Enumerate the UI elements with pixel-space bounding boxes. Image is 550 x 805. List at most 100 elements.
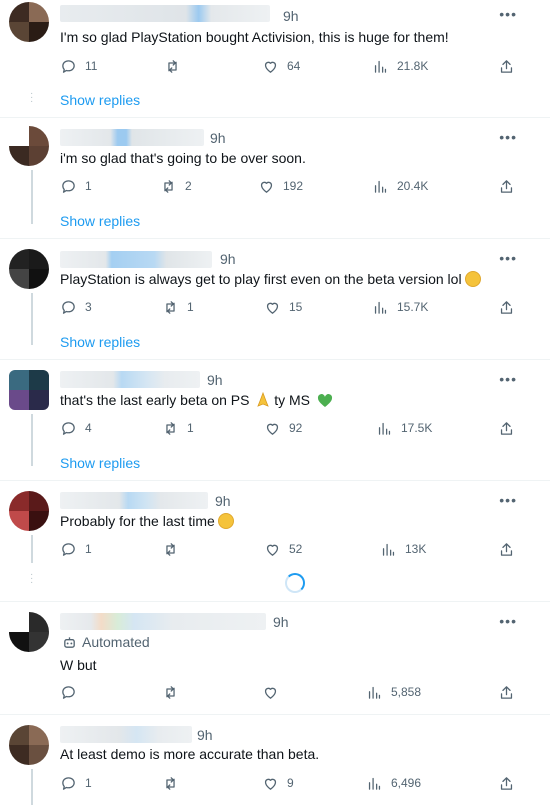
like-button[interactable]: 9 (262, 773, 294, 793)
author-name[interactable] (60, 129, 204, 146)
repost-icon (168, 59, 177, 73)
avatar-tile (9, 2, 29, 22)
loading-spinner-icon (285, 573, 305, 593)
thread-connector (31, 769, 33, 805)
views-button[interactable]: 5,858 (366, 682, 421, 702)
author-name[interactable] (60, 726, 192, 743)
reply-button[interactable]: 1 (60, 773, 92, 793)
reply-item[interactable]: 9h ••• i'm so glad that's going to be ov… (0, 118, 550, 238)
thread-connector (31, 414, 33, 466)
author-name[interactable] (60, 492, 208, 509)
like-button[interactable] (262, 682, 287, 702)
reply-item[interactable]: · · · 9h ••• Probably for the last time 1 … (0, 481, 550, 601)
share-button[interactable] (498, 682, 515, 702)
like-icon (264, 61, 277, 73)
more-icon[interactable]: ••• (499, 6, 517, 22)
more-icon[interactable]: ••• (499, 129, 517, 145)
views-button[interactable]: 6,496 (366, 773, 421, 793)
avatar[interactable] (9, 491, 49, 531)
views-button[interactable]: 21.8K (372, 56, 428, 76)
repost-button[interactable]: 1 (162, 418, 194, 438)
reply-item[interactable]: 9h ••• PlayStation is always get to play… (0, 239, 550, 359)
reply-text: i'm so glad that's going to be over soon… (60, 150, 306, 166)
timestamp[interactable]: 9h (215, 493, 231, 509)
automated-label: Automated (62, 634, 150, 650)
reply-button[interactable]: 4 (60, 418, 92, 438)
timestamp[interactable]: 9h (220, 251, 236, 267)
reply-text: Probably for the last time (60, 512, 234, 530)
share-button[interactable] (498, 773, 515, 793)
thread-connector-dots: · · · (30, 569, 34, 588)
repost-button[interactable] (162, 773, 187, 793)
timestamp[interactable]: 9h (283, 8, 299, 24)
more-icon[interactable]: ••• (499, 492, 517, 508)
avatar[interactable] (9, 249, 49, 289)
reply-item[interactable]: 9h At least demo is more accurate than b… (0, 715, 550, 805)
share-button[interactable] (498, 297, 515, 317)
avatar[interactable] (9, 126, 49, 166)
show-replies-link[interactable]: Show replies (60, 92, 140, 108)
show-replies-link[interactable]: Show replies (60, 213, 140, 229)
avatar[interactable] (9, 725, 49, 765)
action-bar: 1 9 6,496 (60, 773, 520, 793)
more-icon[interactable]: ••• (499, 613, 517, 629)
action-bar: 3 1 15 15.7K (60, 297, 520, 317)
views-button[interactable]: 13K (380, 539, 426, 559)
action-bar: 11 64 21.8K (60, 56, 520, 76)
smirking-face-emoji-icon (217, 513, 234, 529)
reply-text: W but (60, 657, 97, 673)
reply-text: PlayStation is always get to play first … (60, 270, 481, 288)
like-button[interactable]: 192 (258, 176, 303, 196)
reply-item[interactable]: 9h ••• Automated W but 5,858 (0, 602, 550, 714)
timestamp[interactable]: 9h (210, 130, 226, 146)
action-bar: 1 2 192 20.4K (60, 176, 520, 196)
reply-button[interactable]: 3 (60, 297, 92, 317)
timestamp[interactable]: 9h (273, 614, 289, 630)
like-button[interactable]: 15 (264, 297, 302, 317)
share-button[interactable] (498, 418, 515, 438)
avatar[interactable] (9, 2, 49, 42)
like-button[interactable]: 92 (264, 418, 302, 438)
reply-button[interactable]: 1 (60, 176, 92, 196)
thread-connector (31, 170, 33, 224)
more-icon[interactable]: ••• (499, 371, 517, 387)
show-replies-link[interactable]: Show replies (60, 334, 140, 350)
author-name[interactable] (60, 613, 266, 630)
timestamp[interactable]: 9h (207, 372, 223, 388)
reply-item[interactable]: 9h ••• that's the last early beta on PS … (0, 360, 550, 480)
more-icon[interactable]: ••• (499, 250, 517, 266)
action-bar: 1 52 13K (60, 539, 520, 559)
share-button[interactable] (498, 176, 515, 196)
reply-text: I'm so glad PlayStation bought Activisio… (60, 29, 449, 45)
views-button[interactable]: 17.5K (376, 418, 432, 438)
author-name[interactable] (60, 371, 200, 388)
green-heart-emoji-icon (317, 394, 332, 407)
share-icon (500, 59, 513, 73)
avatar[interactable] (9, 370, 49, 410)
share-button[interactable] (498, 539, 515, 559)
reply-item[interactable]: · · · 9h ••• I'm so glad PlayStation bough… (0, 0, 550, 117)
reply-button[interactable]: 1 (60, 539, 92, 559)
views-icon (374, 60, 387, 73)
views-button[interactable]: 15.7K (372, 297, 428, 317)
avatar[interactable] (9, 612, 49, 652)
share-button[interactable] (498, 56, 515, 76)
reply-text: At least demo is more accurate than beta… (60, 746, 320, 762)
like-button[interactable]: 52 (264, 539, 302, 559)
reply-button[interactable]: 11 (60, 56, 97, 76)
author-name[interactable] (60, 5, 270, 22)
bot-icon (64, 636, 75, 648)
show-replies-link[interactable]: Show replies (60, 455, 140, 471)
author-name[interactable] (60, 251, 212, 268)
views-button[interactable]: 20.4K (372, 176, 428, 196)
repost-button[interactable] (164, 56, 189, 76)
thread-connector (31, 535, 33, 563)
repost-button[interactable]: 1 (162, 297, 194, 317)
reply-button[interactable] (60, 682, 85, 702)
repost-button[interactable] (162, 682, 187, 702)
timestamp[interactable]: 9h (197, 727, 213, 743)
repost-button[interactable]: 2 (160, 176, 192, 196)
like-button[interactable]: 64 (262, 56, 300, 76)
repost-button[interactable] (162, 539, 187, 559)
laughing-emoji-icon (464, 271, 481, 287)
